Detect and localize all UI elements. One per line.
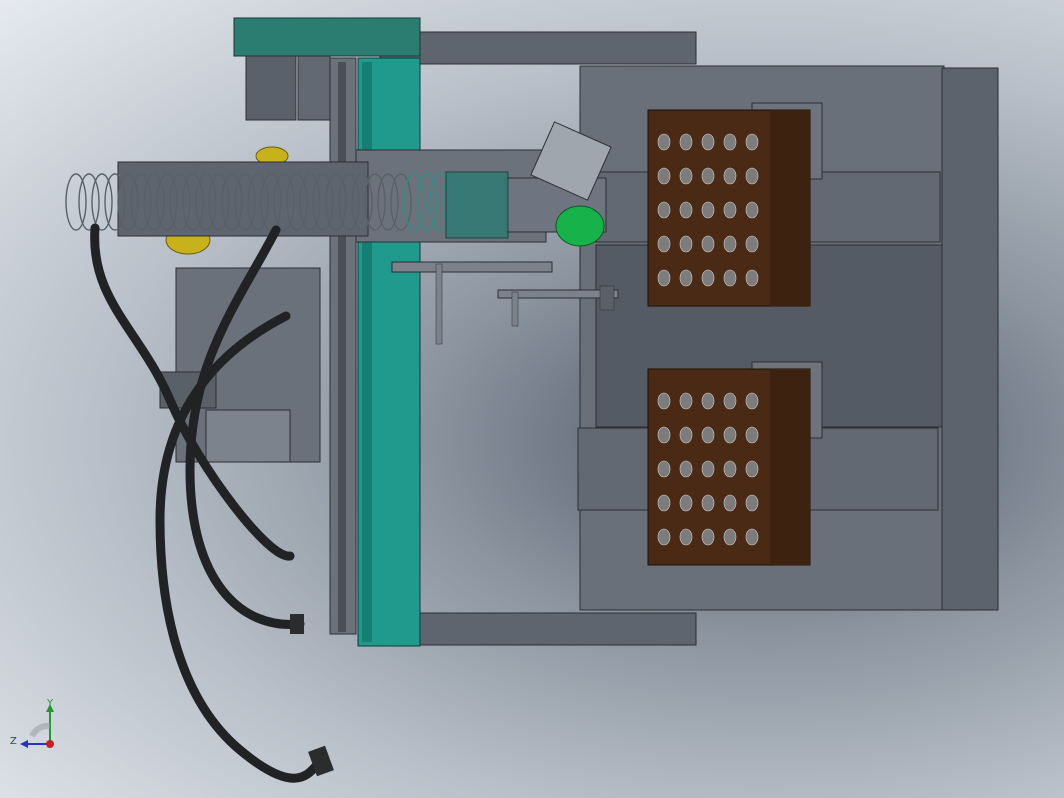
axis-y-label: Y	[47, 698, 54, 709]
tray-hole	[701, 494, 715, 512]
base-plate-edge	[941, 67, 999, 611]
tray-hole	[657, 201, 671, 219]
tray-hole	[723, 133, 737, 151]
tray-hole	[701, 167, 715, 185]
coil-sleeve	[445, 171, 509, 239]
tray-hole	[745, 528, 759, 546]
tray-hole	[745, 167, 759, 185]
parts-tray-upper	[647, 109, 811, 307]
gantry-rail-shade	[362, 62, 372, 642]
tray-hole	[745, 460, 759, 478]
tray-hole	[657, 235, 671, 253]
frame-top-rail	[379, 31, 697, 65]
tray-hole	[657, 269, 671, 287]
coil-ring	[78, 173, 100, 231]
tray-hole	[679, 460, 693, 478]
tray-hole	[679, 494, 693, 512]
tray-hole	[701, 269, 715, 287]
coordinate-triad[interactable]: Y Z	[10, 698, 60, 758]
hose-end-b	[290, 614, 304, 634]
tray-hole	[657, 494, 671, 512]
tray-hole	[723, 269, 737, 287]
tray-hole	[723, 392, 737, 410]
tray-hole	[745, 133, 759, 151]
torch-post-left	[435, 263, 443, 345]
tray-hole	[657, 460, 671, 478]
tray-hole	[723, 167, 737, 185]
tray-hole	[745, 269, 759, 287]
tray-hole	[657, 426, 671, 444]
tray-hole	[701, 392, 715, 410]
tray-hole	[679, 392, 693, 410]
tray-side	[770, 110, 810, 306]
servo-motor-body	[245, 55, 297, 121]
machine-model	[65, 17, 999, 783]
tray-hole	[701, 201, 715, 219]
tray-hole	[723, 235, 737, 253]
tray-hole	[657, 167, 671, 185]
tray-hole	[745, 426, 759, 444]
tray-hole	[723, 426, 737, 444]
tray-hole	[723, 494, 737, 512]
torch-clamp	[599, 285, 615, 311]
control-panel	[205, 409, 291, 463]
torch-post-right	[511, 291, 519, 327]
servo-motor-mount	[297, 55, 331, 121]
linear-guide-slot	[338, 62, 346, 632]
axis-z-label: Z	[10, 736, 17, 747]
tray-hole	[745, 201, 759, 219]
tray-hole	[679, 235, 693, 253]
parts-tray-lower	[647, 368, 811, 566]
tray-hole	[657, 133, 671, 151]
torch-arm-upper	[391, 261, 553, 273]
tray-hole	[679, 201, 693, 219]
tray-hole	[723, 528, 737, 546]
tray-hole	[745, 392, 759, 410]
tray-hole	[723, 201, 737, 219]
tray-hole	[657, 528, 671, 546]
tray-hole	[679, 133, 693, 151]
tray-hole	[679, 528, 693, 546]
tray-hole	[679, 167, 693, 185]
coil-ring	[91, 173, 113, 231]
cad-viewport[interactable]: Y Z	[0, 0, 1064, 798]
tray-hole	[679, 426, 693, 444]
servo-motor-housing	[233, 17, 421, 57]
tray-hole	[701, 528, 715, 546]
tray-hole	[701, 235, 715, 253]
tray-hole	[745, 235, 759, 253]
tray-hole	[723, 460, 737, 478]
tray-hole	[679, 269, 693, 287]
tray-hole	[745, 494, 759, 512]
frame-bottom-rail	[379, 612, 697, 646]
coil-ring	[65, 173, 87, 231]
tray-hole	[701, 426, 715, 444]
tray-hole	[701, 133, 715, 151]
tray-side	[770, 369, 810, 565]
green-wheel	[555, 205, 605, 247]
tray-hole	[701, 460, 715, 478]
tray-hole	[657, 392, 671, 410]
